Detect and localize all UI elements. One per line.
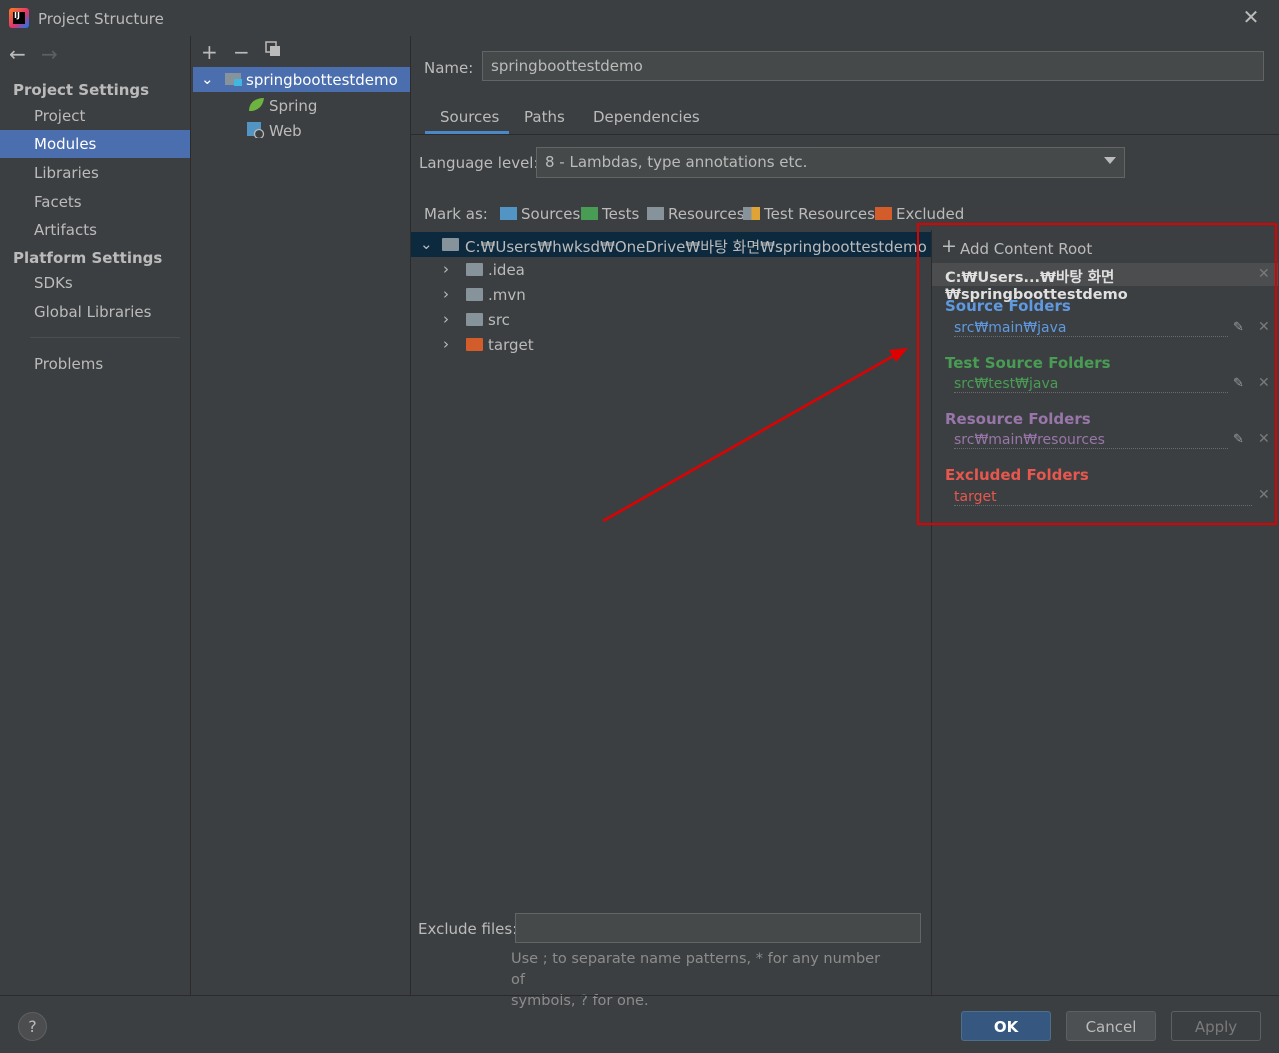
project-settings-header: Project Settings [13,81,150,99]
mark-resources-button[interactable]: Resources [647,205,745,223]
module-name: springboottestdemo [246,71,398,89]
annotation-highlight-box [917,223,1277,525]
tabs-divider [411,134,1279,135]
folder-icon [466,288,483,301]
help-button[interactable]: ? [18,1012,47,1041]
nav-item-problems[interactable]: Problems [0,350,190,378]
apply-button[interactable]: Apply [1171,1011,1261,1041]
mark-resources-label: Resources [668,205,745,223]
language-level-label: Language level: [419,154,539,172]
tree-root-path: C:₩Users₩hwksd₩OneDrive₩바탕 화면₩springboot… [465,238,927,256]
tab-dependencies[interactable]: Dependencies [593,108,700,134]
exclude-files-label: Exclude files: [418,920,518,938]
mark-test-resources-button[interactable]: Test Resources [743,205,875,223]
copy-icon[interactable] [265,41,281,57]
add-icon[interactable]: + [201,40,218,64]
tests-folder-icon [581,207,598,220]
window-title: Project Structure [38,10,164,28]
tree-item-src[interactable]: src [488,311,510,329]
excluded-folder-icon [466,338,483,351]
resources-folder-icon [647,207,664,220]
chevron-right-icon[interactable]: › [443,260,449,278]
exclude-files-hint: Use ; to separate name patterns, * for a… [511,949,891,1012]
folder-icon [466,263,483,276]
nav-item-sdks[interactable]: SDKs [0,269,190,297]
tree-item-idea[interactable]: .idea [488,261,525,279]
facet-web[interactable]: Web [269,122,302,140]
chevron-right-icon[interactable]: › [443,335,449,353]
folder-icon [466,313,483,326]
mark-as-label: Mark as: [424,205,488,223]
remove-icon[interactable]: − [233,40,250,64]
bottom-divider [0,995,1279,996]
forward-arrow-icon[interactable]: → [41,42,58,66]
spring-leaf-icon [247,97,265,113]
nav-item-facets[interactable]: Facets [0,188,190,216]
chevron-right-icon[interactable]: › [443,285,449,303]
exclude-hint-line1: Use ; to separate name patterns, * for a… [511,951,881,988]
mark-sources-label: Sources [521,205,581,223]
module-name-input[interactable]: springboottestdemo [482,51,1264,81]
chevron-down-icon[interactable]: ⌄ [420,235,433,253]
tree-item-target[interactable]: target [488,336,534,354]
web-facet-icon [247,122,265,140]
chevron-right-icon[interactable]: › [443,310,449,328]
module-tree-panel [192,36,411,995]
nav-item-modules[interactable]: Modules [0,130,190,158]
exclude-files-input[interactable] [515,913,921,943]
test-resources-folder-icon [743,207,760,220]
tree-item-mvn[interactable]: .mvn [488,286,526,304]
excluded-folder-icon [875,207,892,220]
folder-icon [442,238,459,251]
close-icon[interactable]: ✕ [1240,6,1262,28]
mark-excluded-label: Excluded [896,205,965,223]
mark-test-resources-label: Test Resources [764,205,875,223]
cancel-button[interactable]: Cancel [1066,1011,1156,1041]
nav-item-artifacts[interactable]: Artifacts [0,216,190,244]
mark-excluded-button[interactable]: Excluded [875,205,964,223]
nav-divider [30,337,180,338]
nav-item-libraries[interactable]: Libraries [0,159,190,187]
ok-button[interactable]: OK [961,1011,1051,1041]
language-level-select[interactable]: 8 - Lambdas, type annotations etc. [536,147,1125,178]
tab-paths[interactable]: Paths [524,108,565,134]
nav-item-project[interactable]: Project [0,102,190,130]
module-folder-icon [225,72,243,86]
platform-settings-header: Platform Settings [13,249,163,267]
mark-tests-label: Tests [602,205,640,223]
intellij-logo-icon: IJ [9,8,29,28]
nav-item-global-libraries[interactable]: Global Libraries [0,298,190,326]
back-arrow-icon[interactable]: ← [9,42,26,66]
mark-tests-button[interactable]: Tests [581,205,639,223]
title-bar [0,0,1279,36]
sources-folder-icon [500,207,517,220]
chevron-down-icon[interactable]: ⌄ [201,70,214,88]
mark-sources-button[interactable]: Sources [500,205,580,223]
content-tree [411,230,931,910]
name-label: Name: [424,59,474,77]
dropdown-caret-icon[interactable] [1104,157,1116,164]
facet-spring[interactable]: Spring [269,97,317,115]
